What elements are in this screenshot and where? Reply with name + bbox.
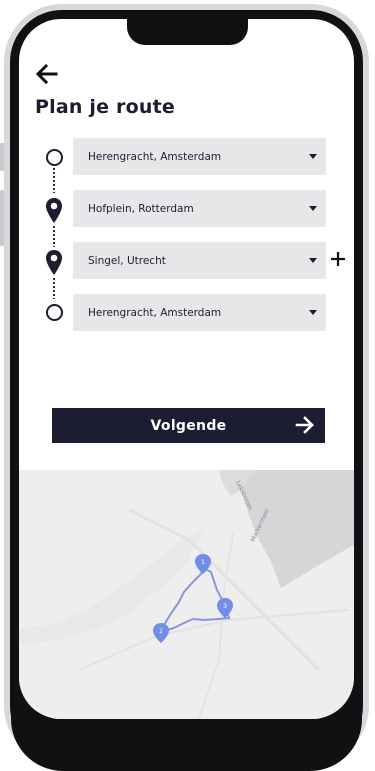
route-start-circle-icon [43, 145, 65, 169]
caret-down-icon [309, 154, 317, 159]
route-connector [53, 167, 55, 193]
map-marker-label: 1 [201, 559, 205, 566]
back-button[interactable] [34, 63, 60, 85]
phone-frame: Plan je route Herengracht, Amsterdam Hof… [0, 0, 375, 771]
stop-select-4-value: Herengracht, Amsterdam [88, 306, 222, 319]
map-canvas: Lekstroom Markermeer 1 3 2 [19, 470, 354, 719]
next-button[interactable]: Volgende [52, 408, 325, 443]
map-marker-label: 3 [223, 603, 227, 610]
page-title: Plan je route [35, 96, 175, 118]
stop-select-3[interactable]: Singel, Utrecht [73, 242, 326, 279]
stop-select-1[interactable]: Herengracht, Amsterdam [73, 138, 326, 175]
plus-icon [331, 252, 345, 266]
caret-down-icon [309, 258, 317, 263]
stop-select-2-value: Hofplein, Rotterdam [88, 202, 194, 215]
route-end-circle-icon [43, 300, 65, 324]
stop-select-1-value: Herengracht, Amsterdam [88, 150, 222, 163]
location-pin-icon [43, 247, 65, 277]
location-pin-icon [43, 195, 65, 225]
caret-down-icon [309, 310, 317, 315]
route-map[interactable]: Lekstroom Markermeer 1 3 2 [19, 470, 354, 719]
stop-select-3-value: Singel, Utrecht [88, 254, 166, 267]
map-marker-3[interactable]: 3 [217, 598, 233, 618]
stop-select-4[interactable]: Herengracht, Amsterdam [73, 294, 326, 331]
route-connector [53, 277, 55, 299]
stop-select-2[interactable]: Hofplein, Rotterdam [73, 190, 326, 227]
phone-notch [127, 19, 248, 45]
map-marker-2[interactable]: 2 [153, 623, 169, 643]
map-marker-label: 2 [159, 628, 163, 635]
arrow-left-icon [35, 63, 58, 85]
arrow-right-icon [295, 416, 314, 434]
route-connector [53, 225, 55, 247]
caret-down-icon [309, 206, 317, 211]
app-screen: Plan je route Herengracht, Amsterdam Hof… [19, 19, 354, 719]
next-button-label: Volgende [150, 417, 227, 434]
add-stop-button[interactable] [330, 251, 346, 267]
